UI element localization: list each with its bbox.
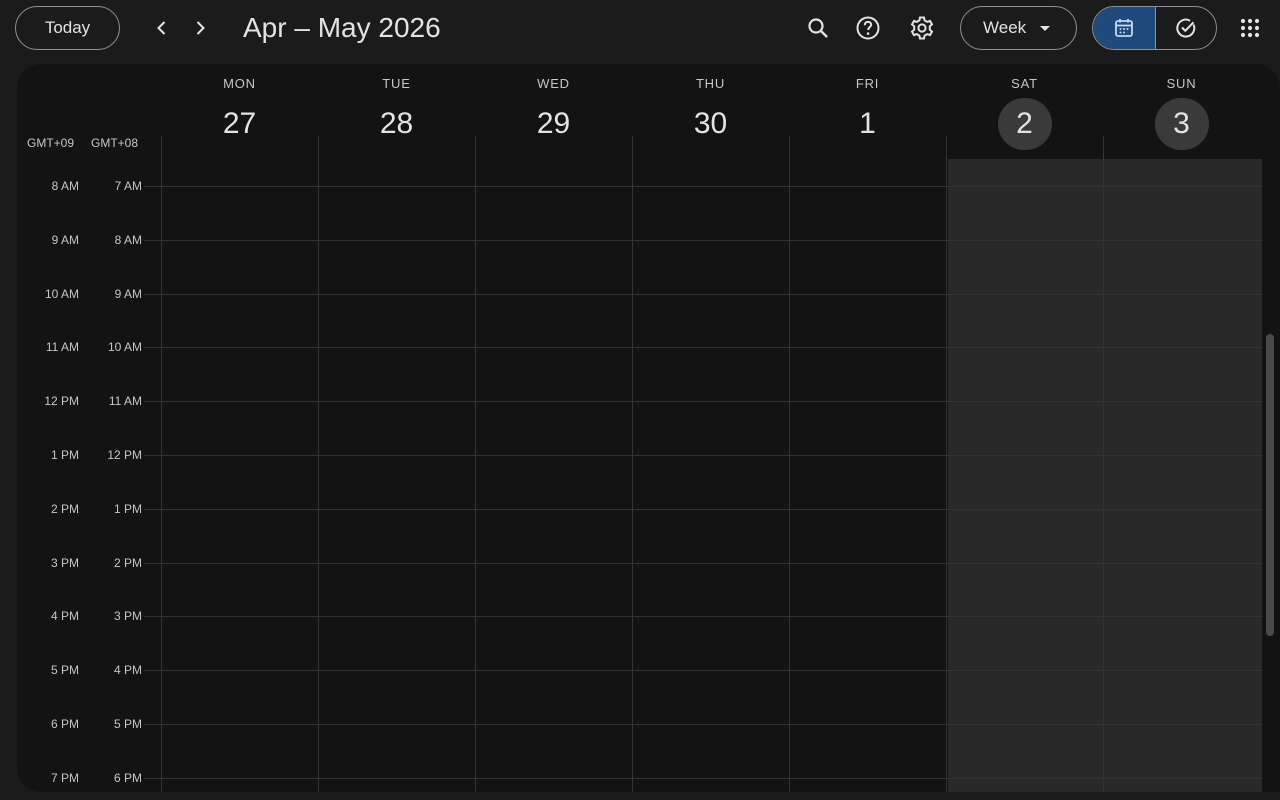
- hour-gridline: [144, 777, 1262, 779]
- hour-gridline: [144, 724, 1262, 725]
- day-column-divider: [946, 136, 947, 792]
- day-header-sat: SAT 2: [946, 64, 1103, 160]
- next-week-button[interactable]: [182, 10, 218, 46]
- hour-label-primary: 12 PM: [44, 394, 79, 409]
- hour-label-secondary: 1 PM: [113, 501, 142, 516]
- hour-label-secondary: 6 PM: [113, 770, 142, 785]
- hour-gridline: [144, 401, 1262, 403]
- hour-gridline: [144, 562, 1262, 564]
- hour-label-secondary: 8 AM: [114, 232, 142, 247]
- hour-label-secondary: 12 PM: [107, 448, 142, 462]
- day-name-label: TUE: [382, 76, 411, 91]
- hour-label-primary: 4 PM: [50, 609, 79, 624]
- grid-scrollbar-thumb[interactable]: [1266, 334, 1274, 636]
- day-header-sun: SUN 3: [1103, 64, 1260, 160]
- hour-gridline: [144, 508, 1262, 510]
- week-grid-panel: GMT+09 GMT+08 MON 27 TUE 28 WED 29 THU 30 FRI 1 SA…: [17, 64, 1280, 792]
- day-header-mon: MON 27: [161, 64, 318, 160]
- hour-label-primary: 6 PM: [50, 717, 79, 731]
- hour-gridline: [144, 670, 1262, 672]
- caret-down-icon: [1040, 26, 1050, 31]
- day-name-label: SUN: [1166, 76, 1197, 91]
- calendar-view-toggle[interactable]: [1093, 7, 1155, 49]
- hour-label-primary: 3 PM: [50, 555, 79, 570]
- day-column-divider: [475, 136, 476, 792]
- day-number-button[interactable]: 28: [370, 98, 424, 150]
- day-header-fri: FRI 1: [789, 64, 946, 160]
- tasks-check-icon: [1176, 18, 1195, 38]
- timezone-primary-label: GMT+09: [27, 136, 75, 150]
- day-name-label: SAT: [1011, 76, 1038, 91]
- hour-label-secondary: 7 AM: [114, 179, 142, 193]
- hour-label-primary: 1 PM: [50, 448, 79, 462]
- date-range-title: Apr – May 2026: [243, 12, 441, 43]
- chevron-right-icon: [196, 21, 205, 35]
- day-name-label: WED: [537, 76, 570, 91]
- hour-label-secondary: 11 AM: [108, 394, 142, 409]
- tasks-view-toggle[interactable]: [1154, 7, 1217, 49]
- view-selector[interactable]: Week: [960, 6, 1077, 50]
- chevron-left-icon: [157, 21, 166, 35]
- hour-gridline: [144, 455, 1262, 456]
- calendar-tasks-toggle: [1092, 6, 1217, 50]
- day-header-wed: WED 29: [475, 64, 632, 160]
- search-button[interactable]: [798, 8, 838, 48]
- top-toolbar: Today Apr – May 2026 Week: [0, 0, 1280, 56]
- hour-label-secondary: 2 PM: [113, 555, 142, 570]
- day-number-button[interactable]: 3: [1154, 98, 1209, 150]
- hour-label-secondary: 5 PM: [113, 717, 142, 731]
- hour-label-secondary: 3 PM: [113, 609, 142, 624]
- day-number-button[interactable]: 27: [213, 98, 267, 150]
- hour-gridline: [144, 347, 1262, 349]
- day-column-divider: [632, 136, 633, 792]
- help-icon: [856, 16, 880, 40]
- hour-label-primary: 10 AM: [44, 286, 79, 301]
- hour-label-secondary: 9 AM: [114, 286, 142, 301]
- day-column-divider: [318, 136, 319, 792]
- gear-icon: [910, 16, 934, 40]
- day-column-divider: [1103, 136, 1104, 792]
- view-selector-label: Week: [983, 18, 1027, 37]
- day-name-label: THU: [695, 76, 726, 91]
- day-name-label: MON: [223, 76, 256, 91]
- day-number-button[interactable]: 29: [527, 98, 581, 150]
- calendar-icon: [1114, 19, 1133, 37]
- help-button[interactable]: [848, 8, 888, 48]
- settings-button[interactable]: [902, 8, 942, 48]
- timezone-secondary-label: GMT+08: [91, 136, 139, 150]
- day-column-divider: [161, 136, 162, 792]
- hour-gridline: [144, 293, 1262, 295]
- hour-gridline: [144, 239, 1262, 241]
- day-number-button[interactable]: 1: [841, 98, 895, 150]
- day-header-tue: TUE 28: [318, 64, 475, 160]
- hour-label-primary: 9 AM: [51, 232, 79, 247]
- hour-label-secondary: 4 PM: [113, 663, 142, 678]
- hour-label-primary: 7 PM: [50, 770, 79, 785]
- hour-gridline: [144, 616, 1262, 618]
- hour-label-primary: 5 PM: [50, 663, 79, 678]
- day-header-thu: THU 30: [632, 64, 789, 160]
- day-column-divider: [789, 136, 790, 792]
- day-number-button[interactable]: 30: [684, 98, 738, 150]
- day-name-label: FRI: [855, 76, 880, 91]
- day-number-button[interactable]: 2: [997, 98, 1052, 150]
- weekend-shading: [948, 159, 1262, 792]
- hour-label-primary: 11 AM: [45, 340, 79, 355]
- search-icon: [808, 18, 828, 38]
- hour-label-primary: 8 AM: [51, 179, 79, 193]
- hour-label-primary: 2 PM: [50, 501, 79, 516]
- hour-gridline: [144, 186, 1262, 187]
- hour-label-secondary: 10 AM: [107, 340, 142, 355]
- apps-grid-icon: [1240, 18, 1260, 38]
- today-button[interactable]: Today: [15, 6, 120, 50]
- previous-week-button[interactable]: [144, 10, 180, 46]
- apps-launcher-button[interactable]: [1232, 10, 1268, 46]
